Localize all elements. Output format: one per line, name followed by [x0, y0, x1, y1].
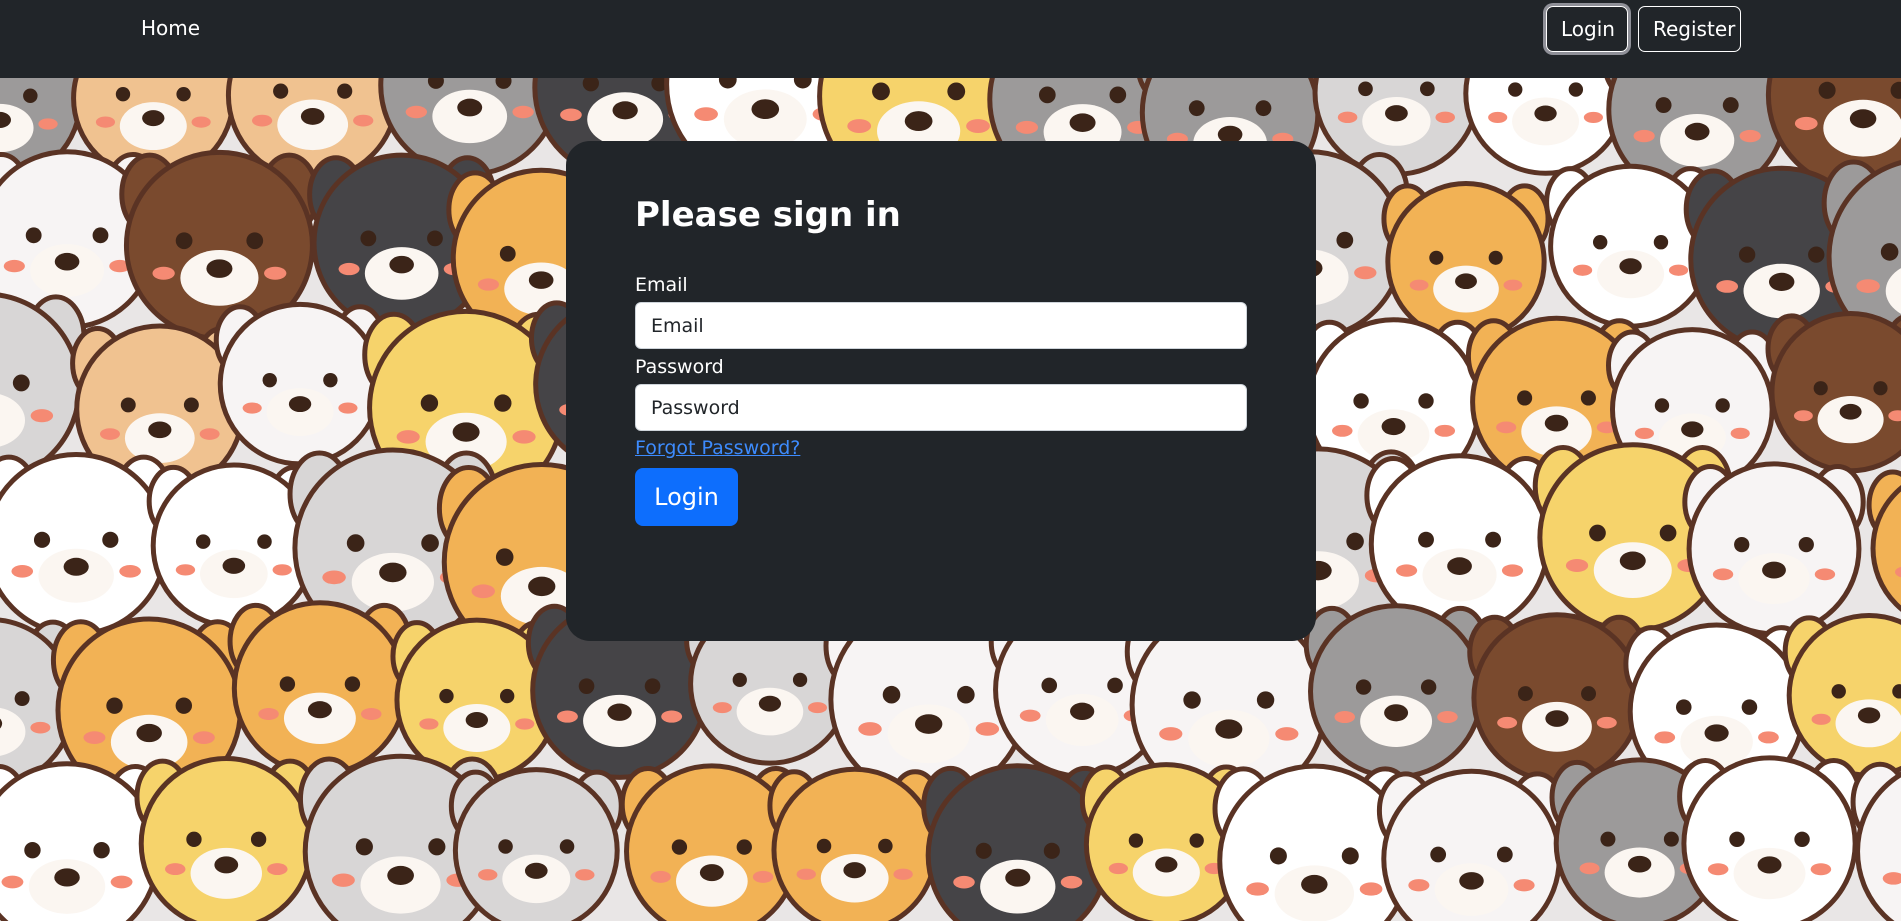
page-title: Please sign in	[635, 195, 901, 235]
email-label: Email	[635, 274, 688, 296]
nav-login-button[interactable]: Login	[1546, 6, 1628, 52]
password-input[interactable]	[635, 384, 1247, 431]
top-navbar: Home Login Register	[0, 0, 1901, 78]
password-label: Password	[635, 356, 724, 378]
nav-home-link[interactable]: Home	[141, 16, 200, 40]
nav-register-button[interactable]: Register	[1638, 6, 1741, 52]
forgot-password-link[interactable]: Forgot Password?	[635, 436, 800, 460]
login-submit-button[interactable]: Login	[635, 468, 738, 526]
email-input[interactable]	[635, 302, 1247, 349]
login-card: Please sign in Email Password Forgot Pas…	[566, 141, 1316, 641]
